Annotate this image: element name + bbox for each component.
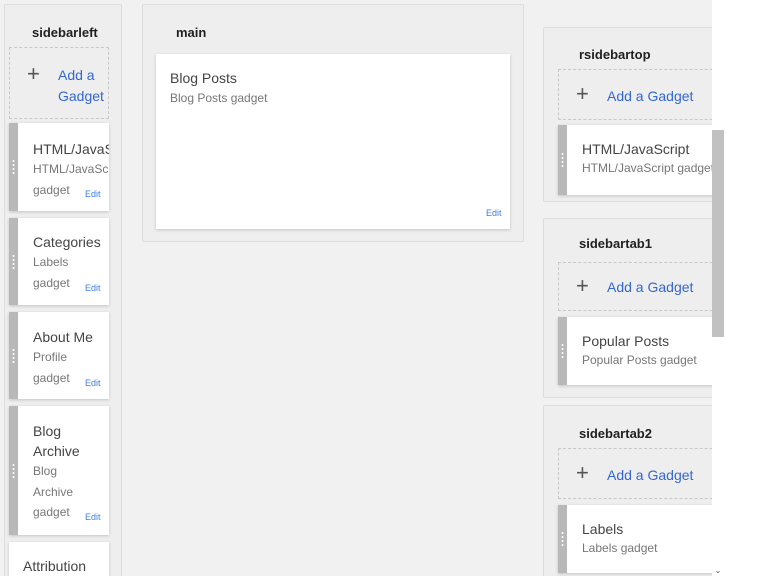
add-gadget-label: Add a (58, 67, 95, 83)
gadget-description: gadget (33, 371, 70, 385)
edit-link[interactable]: Edit (85, 512, 101, 522)
gadget-title: Attribution (23, 558, 87, 574)
drag-dots-icon (561, 152, 564, 168)
drag-dots-icon (12, 347, 15, 364)
scrollbar-thumb[interactable] (712, 130, 724, 337)
gadget-labels[interactable]: Labels Labels gadget (558, 505, 712, 573)
section-sidebartab2: sidebartab2 + Add a Gadget Labels Labels… (543, 405, 712, 576)
edit-link[interactable]: Edit (85, 283, 101, 293)
gadget-description: Blog (33, 464, 58, 478)
section-title: sidebartab2 (579, 426, 652, 441)
add-gadget-button[interactable]: + Add a Gadget (558, 262, 712, 311)
section-rsidebartop: rsidebartop + Add a Gadget HTML/JavaScri… (543, 27, 712, 202)
add-gadget-button[interactable]: + Add a Gadget (558, 69, 712, 120)
gadget-title: Popular Posts (582, 333, 670, 349)
plus-icon: + (27, 61, 40, 86)
drag-dots-icon (12, 253, 15, 270)
drag-handle[interactable] (558, 317, 567, 385)
edit-link[interactable]: Edit (85, 189, 101, 199)
section-title: main (176, 25, 207, 40)
gadget-description: Labels gadget (582, 541, 658, 555)
add-gadget-label: Add a Gadget (607, 88, 694, 104)
drag-handle[interactable] (558, 125, 567, 195)
gadget-title: About Me (33, 329, 93, 345)
gadget-title: Blog Posts (170, 70, 237, 86)
drag-dots-icon (12, 159, 15, 175)
drag-dots-icon (12, 462, 15, 479)
gadget-description: gadget (33, 276, 70, 290)
gadget-description: Archive (33, 485, 74, 499)
drag-dots-icon (561, 343, 564, 359)
gadget-categories[interactable]: Categories Labels gadget Edit (9, 218, 109, 305)
section-title: sidebartab1 (579, 236, 652, 251)
drag-dots-icon (561, 531, 564, 547)
drag-handle[interactable] (9, 218, 18, 305)
gadget-title: Archive (33, 443, 80, 459)
gadget-description: gadget (33, 183, 70, 197)
gadget-title: Labels (582, 521, 624, 537)
gadget-html-javascript[interactable]: HTML/JavaScript HTML/JavaScript gadget (558, 125, 712, 195)
gadget-description: Popular Posts gadget (582, 353, 697, 367)
gadget-description: Labels (33, 255, 69, 269)
section-title: sidebarleft (32, 25, 98, 40)
add-gadget-label: Gadget (58, 88, 104, 104)
gadget-description: HTML/JavaScript gadget (582, 161, 712, 175)
gadget-title: Blog (33, 423, 62, 439)
edit-link[interactable]: Edit (85, 378, 101, 388)
scroll-down-icon[interactable]: ⌄ (712, 566, 724, 576)
gadget-title: HTML/JavaScript (582, 141, 690, 157)
gadget-about-me[interactable]: About Me Profile gadget Edit (9, 312, 109, 399)
plus-icon: + (576, 460, 589, 485)
add-gadget-button[interactable]: + Add a Gadget (9, 47, 109, 119)
drag-handle[interactable] (9, 406, 18, 535)
layout-canvas: sidebarleft + Add a Gadget HTML/JavaS HT… (0, 0, 712, 576)
drag-handle[interactable] (558, 505, 567, 573)
section-sidebartab1: sidebartab1 + Add a Gadget Popular Posts… (543, 218, 712, 398)
drag-handle[interactable] (9, 123, 18, 211)
drag-handle[interactable] (9, 312, 18, 399)
gadget-popular-posts[interactable]: Popular Posts Popular Posts gadget (558, 317, 712, 385)
gadget-description: Blog Posts gadget (170, 91, 268, 105)
edit-link[interactable]: Edit (486, 208, 502, 218)
gadget-title: Categories (33, 234, 101, 250)
plus-icon: + (576, 273, 589, 298)
gadget-description: HTML/JavaSc (33, 162, 109, 176)
section-main: main Blog Posts Blog Posts gadget Edit (142, 4, 524, 242)
gadget-description: Profile (33, 350, 68, 364)
add-gadget-label: Add a Gadget (607, 467, 694, 483)
section-sidebarleft: sidebarleft + Add a Gadget HTML/JavaS HT… (4, 4, 122, 576)
gadget-attribution[interactable]: Attribution (9, 542, 109, 576)
gadget-blog-posts[interactable]: Blog Posts Blog Posts gadget Edit (156, 54, 510, 229)
add-gadget-button[interactable]: + Add a Gadget (558, 448, 712, 499)
gadget-blog-archive[interactable]: Blog Archive Blog Archive gadget Edit (9, 406, 109, 535)
gadget-title: HTML/JavaS (33, 141, 109, 157)
add-gadget-label: Add a Gadget (607, 279, 694, 295)
gadget-description: gadget (33, 505, 70, 519)
plus-icon: + (576, 81, 589, 106)
gadget-html-javascript[interactable]: HTML/JavaS HTML/JavaSc gadget Edit (9, 123, 109, 211)
section-title: rsidebartop (579, 47, 651, 62)
